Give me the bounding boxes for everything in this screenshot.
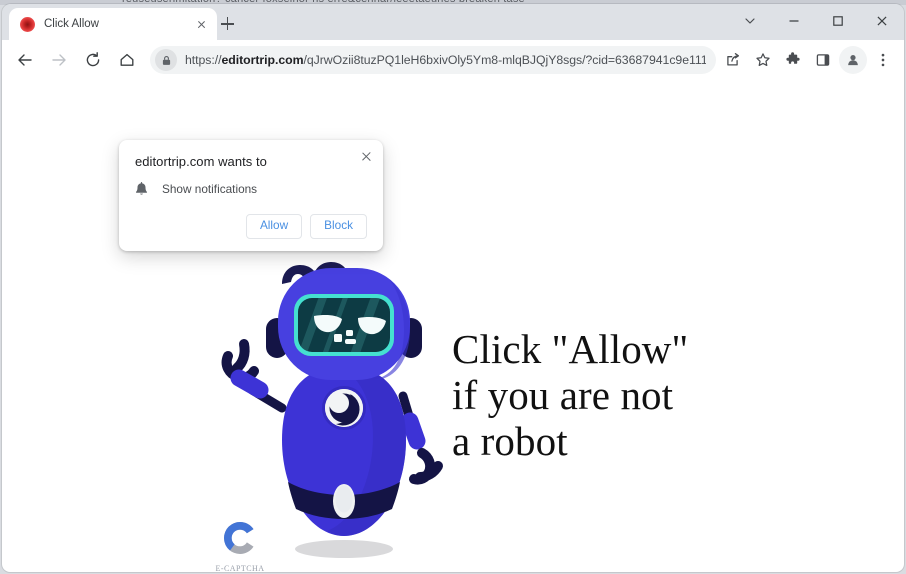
site-info-button[interactable] [155,49,177,71]
permission-label: Show notifications [162,182,258,196]
more-options-button[interactable] [869,46,897,74]
page-content: Click "Allow" if you are not a robot E-C… [2,80,904,572]
block-button[interactable]: Block [310,214,367,239]
url-text: https://editortrip.com/qJrwOzii8tuzPQ1le… [185,53,706,67]
chevron-down-icon [745,18,755,24]
tab-favicon-icon [20,16,35,32]
dialog-close-icon[interactable] [357,147,375,165]
address-bar[interactable]: https://editortrip.com/qJrwOzii8tuzPQ1le… [150,46,716,74]
tab-close-icon[interactable] [193,16,209,32]
url-prefix: https:// [185,53,222,67]
dialog-actions: Allow Block [135,214,367,241]
browser-window: Click Allow https://editortrip.com/qJrwO… [2,4,904,572]
new-tab-button[interactable] [216,13,238,35]
url-rest: /qJrwOzii8tuzPQ1leH6bxivOly5Ym8-mlqBJQjY… [303,53,706,67]
window-controls [728,4,904,38]
bookmark-button[interactable] [749,46,777,74]
forward-button[interactable] [44,45,74,75]
reload-icon [86,52,100,67]
minimize-button[interactable] [772,4,816,38]
profile-button[interactable] [839,46,867,74]
arrow-left-icon [18,54,32,66]
share-button[interactable] [719,46,747,74]
close-icon [877,16,887,26]
robot-shadow [295,540,393,558]
page-headline: Click "Allow" if you are not a robot [452,326,689,464]
tab-strip: Click Allow [2,4,904,40]
e-captcha-logo: E-CAPTCHA [209,518,271,572]
url-domain: editortrip.com [221,53,304,67]
arrow-right-icon [52,54,66,66]
side-panel-button[interactable] [809,46,837,74]
e-captcha-c-icon [224,521,254,554]
tab-search-button[interactable] [728,4,772,38]
maximize-icon [833,16,843,26]
maximize-button[interactable] [816,4,860,38]
tab-title: Click Allow [44,18,99,30]
extensions-button[interactable] [779,46,807,74]
minimize-icon [789,20,799,22]
lock-icon [162,55,170,65]
close-window-button[interactable] [860,4,904,38]
back-button[interactable] [10,45,40,75]
profile-avatar-icon [848,55,858,66]
robot-right-arm [398,391,443,485]
browser-toolbar: https://editortrip.com/qJrwOzii8tuzPQ1le… [2,40,904,80]
home-icon [120,53,134,66]
browser-tab[interactable]: Click Allow [9,8,217,40]
reload-button[interactable] [78,45,108,75]
bell-icon [135,182,155,196]
allow-button[interactable]: Allow [245,214,303,239]
permission-row: Show notifications [135,182,367,196]
dialog-title: editortrip.com wants to [135,154,267,169]
side-panel-icon [816,54,830,66]
more-options-icon [881,53,885,67]
extensions-puzzle-icon [786,52,800,64]
bookmark-star-icon [756,53,770,67]
home-button[interactable] [112,45,142,75]
e-captcha-label: E-CAPTCHA [215,564,265,572]
notification-permission-dialog: editortrip.com wants to Show notificatio… [119,140,383,251]
browser-window-screenshot: reuseuserimitation? cancer foxselnor ns … [0,0,906,574]
share-icon [727,53,740,66]
